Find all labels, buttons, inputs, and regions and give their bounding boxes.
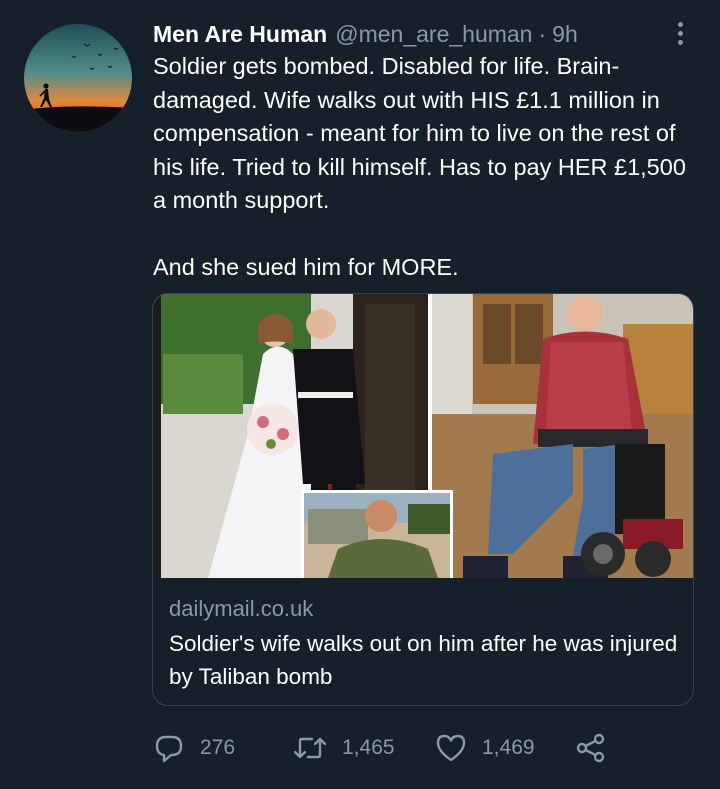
tweet-text: Soldier gets bombed. Disabled for life. … [153,50,703,285]
share-icon [576,733,605,763]
more-icon[interactable] [664,17,696,49]
share-button[interactable] [574,731,608,765]
separator-dot: · [538,20,547,47]
avatar[interactable] [24,24,132,132]
tweet-header: Men Are Human @men_are_human · 9h [153,18,578,50]
link-card[interactable]: dailymail.co.uk Soldier's wife walks out… [152,293,694,706]
tweet-timestamp[interactable]: 9h [552,21,578,48]
retweet-button[interactable]: 1,465 [292,731,434,765]
reply-icon [155,735,183,763]
display-name[interactable]: Men Are Human [153,21,327,48]
card-title: Soldier's wife walks out on him after he… [169,631,678,689]
card-domain: dailymail.co.uk [169,596,314,621]
user-handle[interactable]: @men_are_human [335,21,532,48]
card-image [153,294,693,578]
like-count: 1,469 [482,736,535,759]
reply-count: 276 [200,736,236,759]
retweet-icon [293,737,327,759]
tweet-text-paragraph: And she sued him for MORE. [153,254,459,280]
retweet-count: 1,465 [342,736,395,759]
reply-button[interactable]: 276 [152,731,292,765]
avatar-image [24,24,132,132]
tweet-text-paragraph: Soldier gets bombed. Disabled for life. … [153,53,686,213]
heart-icon [436,734,466,762]
tweet-actions: 276 1,465 1,469 [152,726,608,770]
like-button[interactable]: 1,469 [434,731,574,765]
